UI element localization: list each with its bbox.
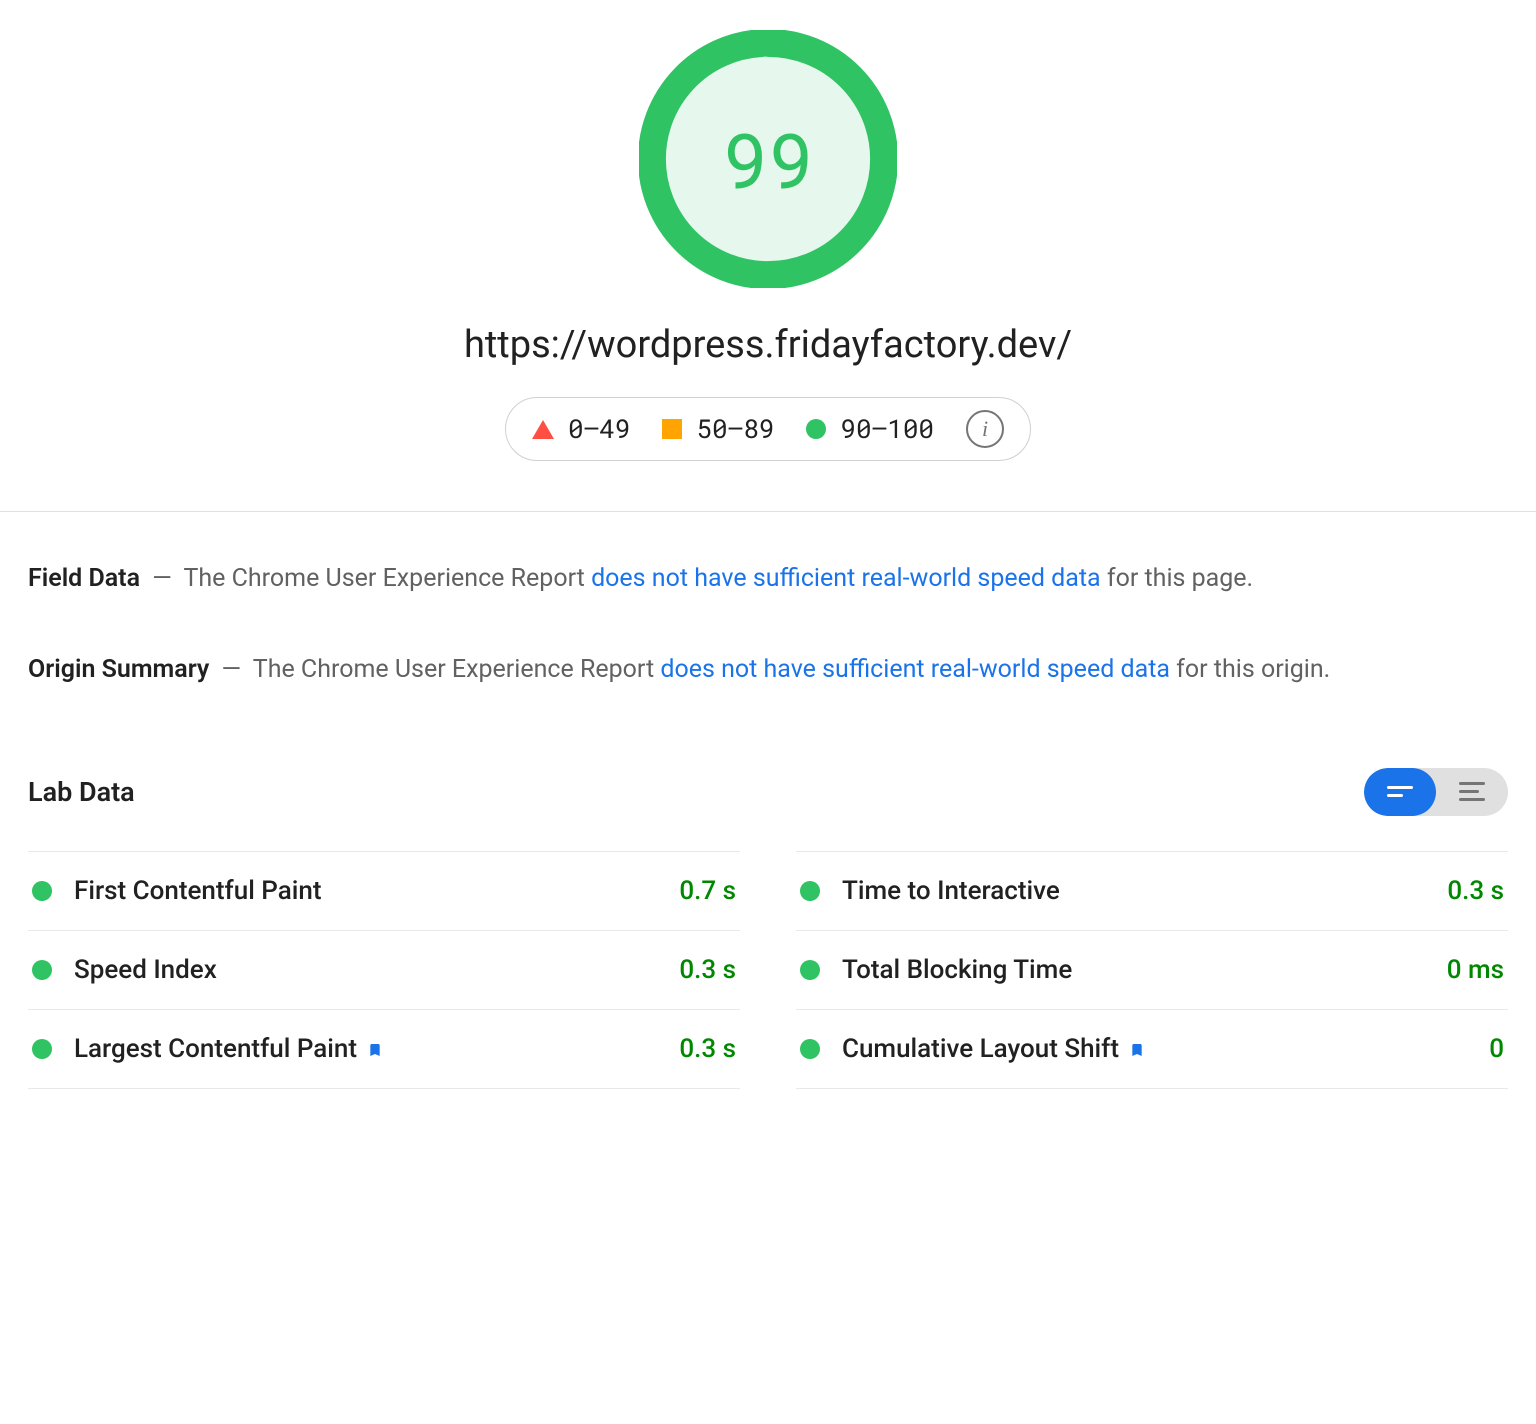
status-dot-icon [32,1039,52,1059]
bookmark-icon [367,1038,383,1060]
metric-row[interactable]: Largest Contentful Paint 0.3 s [28,1009,740,1089]
compact-view-icon [1459,782,1485,801]
metric-name: Time to Interactive [842,876,1447,906]
lab-data-header: Lab Data [28,768,1508,816]
info-icon[interactable]: i [966,410,1004,448]
view-toggle [1364,768,1508,816]
metric-row[interactable]: Cumulative Layout Shift 0 [796,1009,1508,1089]
legend-poor: 0–49 [532,412,630,446]
metric-name-text: Speed Index [74,955,217,985]
metric-name-text: Time to Interactive [842,876,1060,906]
metric-row[interactable]: Time to Interactive 0.3 s [796,851,1508,931]
metric-value: 0.3 s [1447,876,1504,906]
metrics-grid: First Contentful Paint 0.7 s Time to Inter… [28,852,1508,1089]
legend-good: 90–100 [806,412,934,446]
metric-name: Speed Index [74,955,679,985]
metric-name-text: First Contentful Paint [74,876,322,906]
metric-row[interactable]: First Contentful Paint 0.7 s [28,851,740,931]
score-gauge: 99 [639,30,897,288]
metric-name: First Contentful Paint [74,876,679,906]
dash-separator: — [152,564,172,593]
status-dot-icon [800,881,820,901]
status-dot-icon [800,960,820,980]
metric-value: 0.3 s [679,955,736,985]
legend-average-range: 50–89 [696,412,774,446]
field-data-paragraph: Field Data — The Chrome User Experience … [28,560,1508,599]
field-data-link[interactable]: does not have sufficient real-world spee… [591,564,1101,593]
origin-summary-link[interactable]: does not have sufficient real-world spee… [660,655,1170,684]
legend-poor-range: 0–49 [568,412,630,446]
score-value: 99 [722,109,813,210]
metric-name-text: Total Blocking Time [842,955,1072,985]
status-dot-icon [32,881,52,901]
metric-name: Cumulative Layout Shift [842,1034,1489,1064]
circle-icon [806,419,826,439]
score-section: 99 https://wordpress.fridayfactory.dev/ … [0,0,1536,512]
view-toggle-expanded[interactable] [1364,768,1436,816]
expanded-view-icon [1387,786,1413,797]
lab-data-title: Lab Data [28,776,135,808]
legend-good-range: 90–100 [840,412,934,446]
square-icon [662,419,682,439]
metric-value: 0.3 s [679,1034,736,1064]
metric-value: 0.7 s [679,876,736,906]
metric-row[interactable]: Speed Index 0.3 s [28,930,740,1010]
tested-url: https://wordpress.fridayfactory.dev/ [464,323,1072,367]
origin-summary-prefix: The Chrome User Experience Report [253,655,661,684]
field-data-suffix: for this page. [1101,564,1253,593]
metric-name: Total Blocking Time [842,955,1447,985]
status-dot-icon [32,960,52,980]
status-dot-icon [800,1039,820,1059]
metric-name-text: Largest Contentful Paint [74,1034,357,1064]
view-toggle-compact[interactable] [1436,768,1508,816]
score-legend: 0–49 50–89 90–100 i [505,397,1031,461]
origin-summary-paragraph: Origin Summary — The Chrome User Experie… [28,651,1508,690]
origin-summary-title: Origin Summary [28,655,209,684]
metric-name-text: Cumulative Layout Shift [842,1034,1119,1064]
metric-name: Largest Contentful Paint [74,1034,679,1064]
dash-separator: — [222,655,242,684]
field-data-title: Field Data [28,564,140,593]
triangle-icon [532,420,554,439]
bookmark-icon [1129,1038,1145,1060]
metric-value: 0 ms [1447,955,1504,985]
origin-summary-suffix: for this origin. [1170,655,1330,684]
metric-row[interactable]: Total Blocking Time 0 ms [796,930,1508,1010]
field-data-prefix: The Chrome User Experience Report [183,564,591,593]
legend-average: 50–89 [662,412,774,446]
metric-value: 0 [1489,1034,1504,1064]
